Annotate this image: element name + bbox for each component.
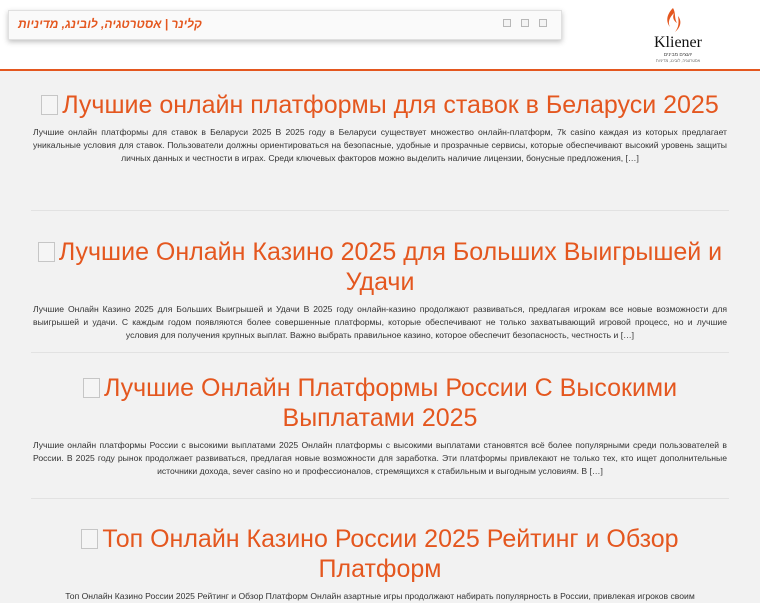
post-title-link[interactable]: Лучшие онлайн платформы для ставок в Бел… — [62, 91, 719, 119]
post-item: Лучшие Онлайн Платформы России С Высоким… — [33, 373, 727, 478]
post-title[interactable]: Топ Онлайн Казино России 2025 Рейтинг и … — [33, 524, 727, 584]
post-title-link[interactable]: Топ Онлайн Казино России 2025 Рейтинг и … — [102, 525, 678, 583]
thumbnail-placeholder-icon — [82, 378, 100, 398]
post-title[interactable]: Лучшие Онлайн Платформы России С Высоким… — [33, 373, 727, 433]
top-menu-bar: קלינר | אסטרטגיה, לובינג, מדיניות — [8, 10, 562, 40]
menu-icons-group — [503, 19, 547, 27]
site-logo[interactable]: Kliener יועצים מבינים אסטרטגיה, לובינג, … — [640, 8, 710, 64]
thumbnail-placeholder-icon — [81, 529, 99, 549]
post-title-link[interactable]: Лучшие Онлайн Казино 2025 для Больших Вы… — [59, 238, 722, 296]
menu-icon-2[interactable] — [521, 19, 529, 27]
post-title-link[interactable]: Лучшие Онлайн Платформы России С Высоким… — [104, 374, 677, 432]
post-excerpt: Топ Онлайн Казино России 2025 Рейтинг и … — [65, 591, 695, 601]
site-title-link[interactable]: קלינר | אסטרטגיה, לובינג, מדיניות — [18, 17, 202, 31]
logo-wordmark: Kliener — [654, 34, 702, 51]
post-excerpt: Лучшие онлайн платформы для ставок в Бел… — [33, 127, 727, 163]
post-item: Лучшие Онлайн Казино 2025 для Больших Вы… — [33, 237, 727, 340]
flame-logo-icon — [667, 8, 681, 32]
site-header: קלינר | אסטרטגיה, לובינג, מדיניות Kliene… — [0, 0, 760, 71]
thumbnail-placeholder-icon — [41, 95, 59, 115]
post-divider — [31, 498, 729, 499]
logo-subline: אסטרטגיה, לובינג, מדיניות — [655, 58, 701, 63]
post-divider — [31, 352, 729, 353]
post-excerpt: Лучшие Онлайн Казино 2025 для Больших Вы… — [33, 304, 727, 340]
post-list: Лучшие онлайн платформы для ставок в Бел… — [31, 90, 729, 603]
thumbnail-placeholder-icon — [37, 242, 55, 262]
post-title[interactable]: Лучшие Онлайн Казино 2025 для Больших Вы… — [33, 237, 727, 297]
post-excerpt: Лучшие онлайн платформы России с высоким… — [33, 440, 727, 476]
menu-icon-1[interactable] — [503, 19, 511, 27]
menu-icon-3[interactable] — [539, 19, 547, 27]
post-divider — [31, 210, 729, 211]
post-item: Лучшие онлайн платформы для ставок в Бел… — [33, 90, 727, 194]
post-title[interactable]: Лучшие онлайн платформы для ставок в Бел… — [33, 90, 727, 120]
post-item: Топ Онлайн Казино России 2025 Рейтинг и … — [33, 524, 727, 603]
